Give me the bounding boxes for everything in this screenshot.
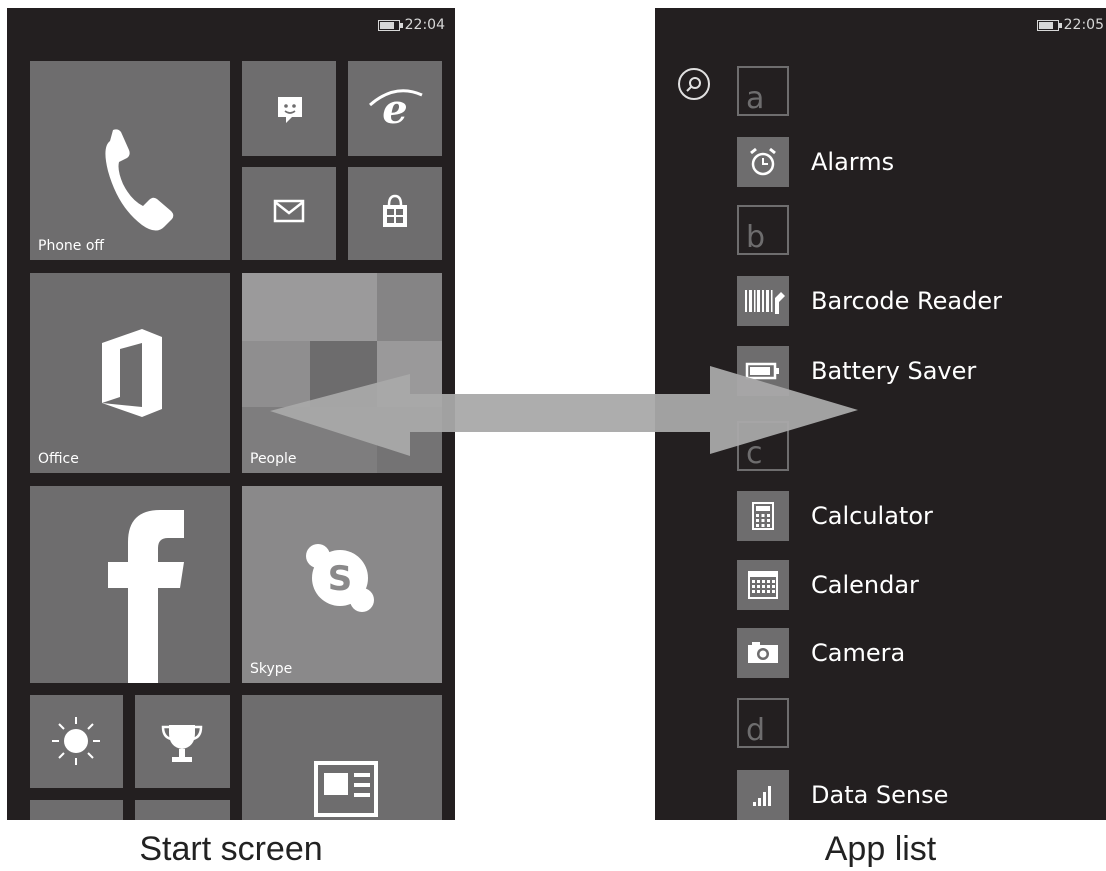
- start-screen-caption: Start screen: [139, 830, 323, 868]
- swipe-double-arrow: [270, 366, 858, 456]
- app-list-caption: App list: [824, 830, 937, 868]
